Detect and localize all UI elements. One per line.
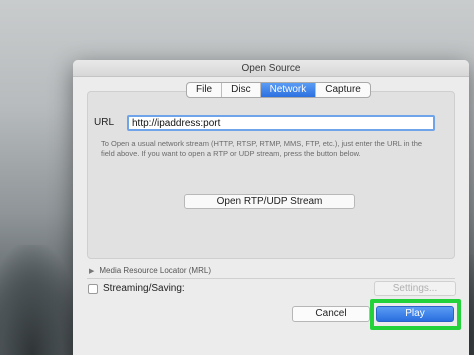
url-label: URL xyxy=(94,117,115,128)
mrl-disclosure[interactable]: ▶ Media Resource Locator (MRL) xyxy=(89,266,211,275)
play-button[interactable]: Play xyxy=(376,306,454,322)
tab-disc[interactable]: Disc xyxy=(222,83,261,97)
streaming-row: Streaming/Saving: xyxy=(88,283,185,294)
cancel-button[interactable]: Cancel xyxy=(292,306,370,322)
open-source-dialog: Open Source File Disc Network Capture UR… xyxy=(73,60,469,355)
open-rtp-udp-stream-button[interactable]: Open RTP/UDP Stream xyxy=(184,194,355,209)
mrl-label: Media Resource Locator (MRL) xyxy=(99,266,211,275)
url-input[interactable] xyxy=(127,115,435,131)
streaming-label: Streaming/Saving: xyxy=(103,283,185,294)
tab-network[interactable]: Network xyxy=(260,83,317,97)
desktop-background-hill xyxy=(0,245,80,355)
window-title: Open Source xyxy=(73,60,469,77)
tab-capture[interactable]: Capture xyxy=(316,83,370,97)
network-help-text: To Open a usual network stream (HTTP, RT… xyxy=(101,139,423,158)
streaming-checkbox[interactable] xyxy=(88,283,98,294)
source-tabs: File Disc Network Capture xyxy=(186,82,371,98)
separator xyxy=(87,278,455,279)
settings-button[interactable]: Settings... xyxy=(374,281,456,296)
tab-file[interactable]: File xyxy=(187,83,223,97)
disclosure-triangle-icon[interactable]: ▶ xyxy=(89,267,94,275)
